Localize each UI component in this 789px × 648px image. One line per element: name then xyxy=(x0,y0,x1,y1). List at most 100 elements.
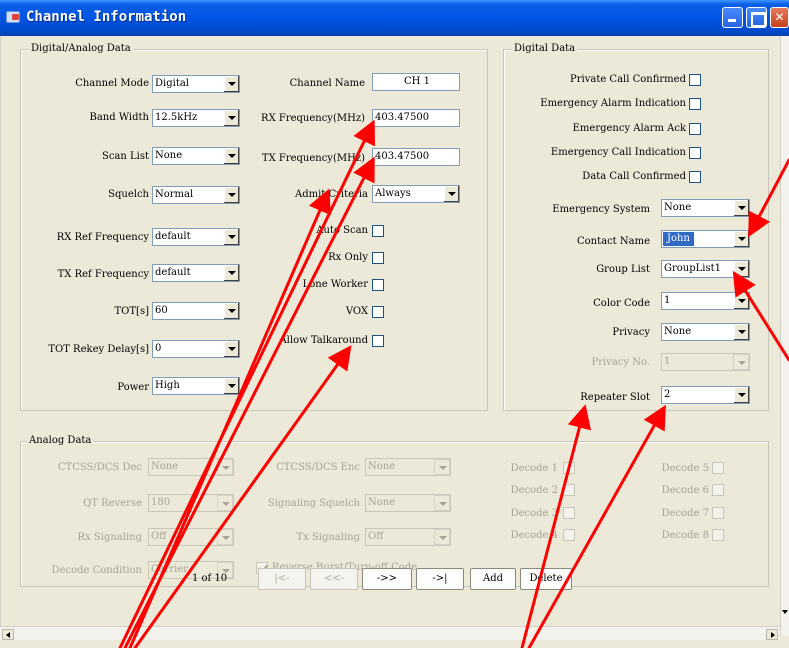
contact-name-select[interactable]: John xyxy=(661,230,750,248)
chevron-down-icon[interactable] xyxy=(223,229,239,245)
chevron-down-icon[interactable] xyxy=(223,265,239,281)
power-value: High xyxy=(155,380,180,391)
vertical-scrollbar[interactable] xyxy=(780,36,789,636)
chevron-down-icon xyxy=(217,529,233,545)
admit-criteria-label: Admit Criteria xyxy=(294,189,368,200)
chevron-down-icon[interactable] xyxy=(223,148,239,164)
delete-button[interactable]: Delete xyxy=(520,568,572,590)
privacy-label: Privacy xyxy=(612,327,650,338)
rx-ref-frequency-select[interactable]: default xyxy=(152,228,240,246)
data-call-confirmed-label: Data Call Confirmed xyxy=(582,171,686,182)
admit-criteria-select[interactable]: Always xyxy=(372,185,460,203)
squelch-label: Squelch xyxy=(108,189,149,200)
add-button[interactable]: Add xyxy=(470,568,516,590)
color-code-label: Color Code xyxy=(593,298,650,309)
vox-label: VOX xyxy=(345,306,368,317)
chevron-down-icon[interactable] xyxy=(223,187,239,203)
tx-signaling-select: Off xyxy=(365,528,451,546)
rx-only-label: Rx Only xyxy=(328,252,368,263)
chevron-down-icon[interactable] xyxy=(223,378,239,394)
rx-signaling-select: Off xyxy=(148,528,234,546)
chevron-down-icon[interactable] xyxy=(223,76,239,92)
decode-3-label: Decode 3 xyxy=(510,508,558,519)
first-record-button[interactable]: |<- xyxy=(258,568,306,590)
emergency-call-indication-checkbox[interactable] xyxy=(689,147,701,159)
title-bar[interactable]: Channel Information ✕ xyxy=(0,0,789,36)
qt-reverse-select: 180 xyxy=(148,494,234,512)
tx-ref-frequency-label: TX Ref Frequency xyxy=(57,269,149,280)
auto-scan-checkbox[interactable] xyxy=(372,225,384,237)
decode-2-label: Decode 2 xyxy=(510,485,558,496)
private-call-confirmed-label: Private Call Confirmed xyxy=(570,74,686,85)
chevron-down-icon[interactable] xyxy=(733,200,749,216)
tot-label: TOT[s] xyxy=(114,306,149,317)
decode-6-label: Decode 6 xyxy=(661,485,709,496)
chevron-down-icon[interactable] xyxy=(733,387,749,403)
chevron-down-icon xyxy=(434,495,450,511)
group-list-select[interactable]: GroupList1 xyxy=(661,260,750,278)
group-list-label: Group List xyxy=(596,264,650,275)
group-title: Digital Data xyxy=(512,43,578,55)
chevron-right-icon[interactable] xyxy=(766,629,778,640)
rx-only-checkbox[interactable] xyxy=(372,252,384,264)
band-width-select[interactable]: 12.5kHz xyxy=(152,109,240,127)
tot-select[interactable]: 60 xyxy=(152,302,240,320)
minimize-button[interactable] xyxy=(722,7,743,28)
rx-frequency-input[interactable]: 403.47500 xyxy=(372,109,460,127)
lone-worker-label: Lone Worker xyxy=(302,279,368,290)
color-code-select[interactable]: 1 xyxy=(661,292,750,310)
tot-rekey-delay-select[interactable]: 0 xyxy=(152,340,240,358)
previous-record-button[interactable]: <<- xyxy=(310,568,358,590)
emergency-alarm-ack-checkbox[interactable] xyxy=(689,123,701,135)
chevron-down-icon[interactable] xyxy=(781,606,789,618)
privacy-select[interactable]: None xyxy=(661,323,750,341)
rx-signaling-value: Off xyxy=(151,531,167,542)
privacy-no-select: 1 xyxy=(661,353,750,371)
channel-mode-select[interactable]: Digital xyxy=(152,75,240,93)
scan-list-select[interactable]: None xyxy=(152,147,240,165)
chevron-left-icon[interactable] xyxy=(2,629,14,640)
tx-ref-frequency-select[interactable]: default xyxy=(152,264,240,282)
chevron-down-icon[interactable] xyxy=(733,231,749,247)
decode-4-label: Decode 4 xyxy=(510,530,558,541)
chevron-down-icon[interactable] xyxy=(223,303,239,319)
chevron-down-icon[interactable] xyxy=(733,293,749,309)
lone-worker-checkbox[interactable] xyxy=(372,279,384,291)
decode-5-label: Decode 5 xyxy=(661,463,709,474)
power-select[interactable]: High xyxy=(152,377,240,395)
channel-name-input[interactable]: CH 1 xyxy=(372,73,460,91)
emergency-alarm-ack-label: Emergency Alarm Ack xyxy=(572,123,686,134)
tx-frequency-input[interactable]: 403.47500 xyxy=(372,148,460,166)
decode-7-checkbox xyxy=(712,507,724,519)
privacy-no-value: 1 xyxy=(664,356,671,367)
chevron-down-icon xyxy=(217,459,233,475)
chevron-down-icon[interactable] xyxy=(733,261,749,277)
channel-name-label: Channel Name xyxy=(289,78,365,89)
allow-talkaround-label: Allow Talkaround xyxy=(279,335,368,346)
chevron-down-icon[interactable] xyxy=(443,186,459,202)
signaling-squelch-select: None xyxy=(365,494,451,512)
decode-condition-label: Decode Condition xyxy=(51,565,142,576)
chevron-down-icon[interactable] xyxy=(223,341,239,357)
channel-mode-value: Digital xyxy=(155,78,189,89)
emergency-system-value: None xyxy=(664,202,692,213)
group-title: Analog Data xyxy=(27,435,94,447)
next-record-button[interactable]: ->> xyxy=(362,568,412,590)
allow-talkaround-checkbox[interactable] xyxy=(372,335,384,347)
page-indicator: 1 of 10 xyxy=(192,573,228,584)
squelch-select[interactable]: Normal xyxy=(152,186,240,204)
private-call-confirmed-checkbox[interactable] xyxy=(689,74,701,86)
last-record-button[interactable]: ->| xyxy=(416,568,464,590)
chevron-down-icon[interactable] xyxy=(733,324,749,340)
maximize-button[interactable] xyxy=(746,7,767,28)
close-button[interactable]: ✕ xyxy=(770,7,789,28)
emergency-system-select[interactable]: None xyxy=(661,199,750,217)
signaling-squelch-label: Signaling Squelch xyxy=(267,498,360,509)
decode-2-checkbox xyxy=(563,484,575,496)
emergency-alarm-indication-checkbox[interactable] xyxy=(689,98,701,110)
chevron-down-icon[interactable] xyxy=(223,110,239,126)
repeater-slot-select[interactable]: 2 xyxy=(661,386,750,404)
vox-checkbox[interactable] xyxy=(372,306,384,318)
data-call-confirmed-checkbox[interactable] xyxy=(689,171,701,183)
horizontal-scrollbar[interactable] xyxy=(0,626,780,640)
